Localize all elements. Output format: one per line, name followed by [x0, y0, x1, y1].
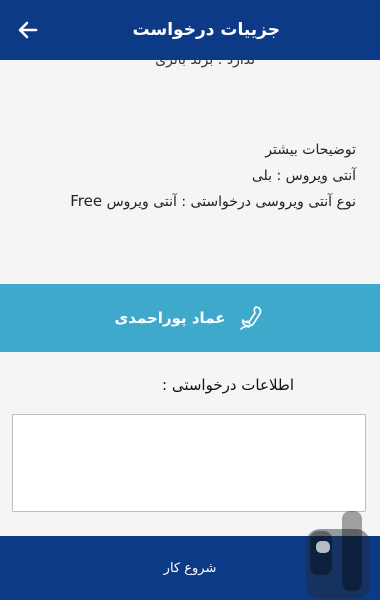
start-work-button[interactable]: شروع کار	[0, 536, 380, 600]
request-info-label: اطلاعات درخواستی :	[162, 376, 294, 394]
arrow-left-icon[interactable]	[16, 18, 40, 42]
antivirus-type-value: Free	[70, 192, 103, 210]
request-details: ندارد : برند باتری توضیحات بیشتر آنتی وی…	[0, 60, 380, 284]
contact-info[interactable]: عماد پوراحمدی	[115, 303, 266, 333]
partial-detail-line: ندارد : برند باتری	[155, 60, 255, 68]
page-title: جزییات درخواست	[132, 20, 281, 40]
contact-bar[interactable]: عماد پوراحمدی	[0, 284, 380, 352]
more-details-label: توضیحات بیشتر	[265, 142, 356, 158]
antivirus-type-label: نوع آنتی ویروسی درخواستی : آنتی ویروس	[106, 194, 356, 210]
phone-icon	[240, 306, 262, 330]
app-bar: جزییات درخواست	[0, 0, 380, 60]
antivirus-line: آنتی ویروس : بلی	[251, 168, 356, 184]
contact-name: عماد پوراحمدی	[114, 309, 226, 327]
antivirus-type-line: نوع آنتی ویروسی درخواستی : آنتی ویروس Fr…	[70, 192, 356, 210]
start-work-label: شروع کار	[163, 560, 217, 576]
request-info-field[interactable]	[12, 414, 366, 512]
